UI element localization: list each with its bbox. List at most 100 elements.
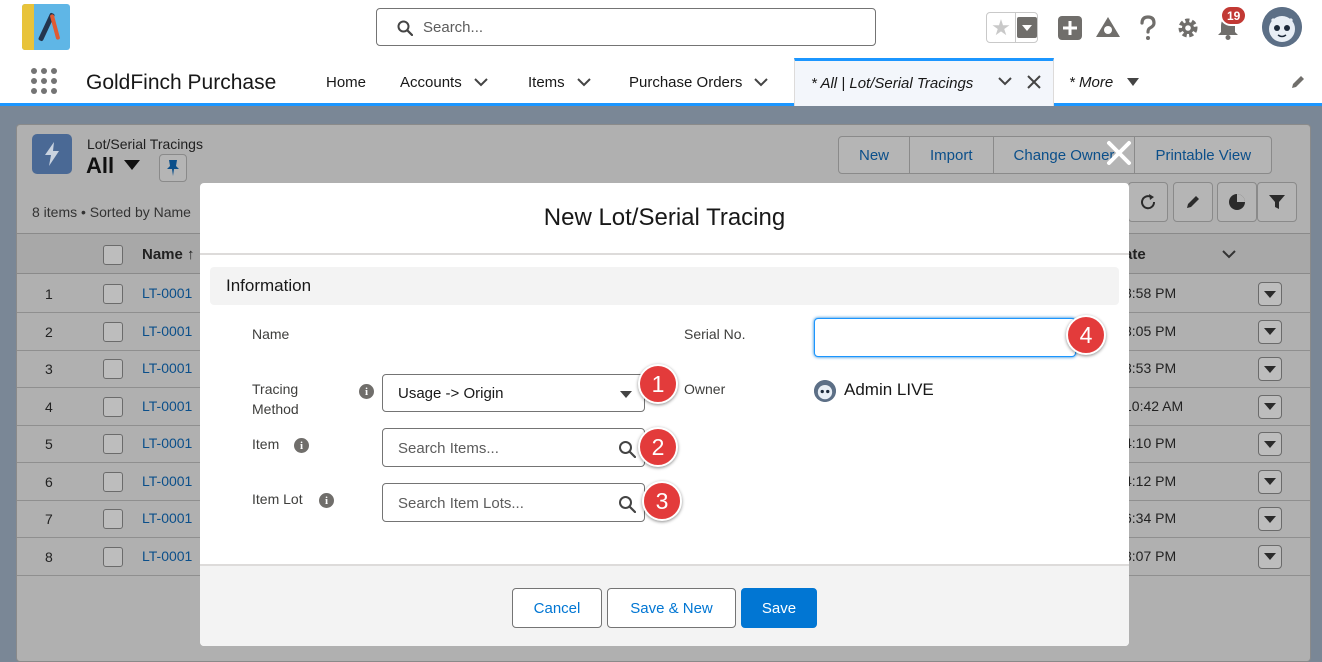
search-icon[interactable] <box>618 440 636 458</box>
row-number: 6 <box>45 473 53 490</box>
caret-down-icon <box>1264 365 1276 373</box>
record-link[interactable]: LT-0001 <box>142 548 192 564</box>
serial-no-input[interactable] <box>825 326 1065 350</box>
search-icon[interactable] <box>618 495 636 513</box>
save-and-new-button[interactable]: Save & New <box>607 588 736 628</box>
info-icon[interactable]: i <box>319 493 334 508</box>
row-number: 7 <box>45 511 53 527</box>
row-actions-button[interactable] <box>1258 469 1282 494</box>
record-link[interactable]: LT-0001 <box>142 510 192 526</box>
serial-no-field[interactable] <box>814 318 1076 357</box>
close-tab-icon[interactable] <box>1027 75 1041 89</box>
chevron-down-icon[interactable] <box>473 77 488 87</box>
add-icon <box>1058 16 1082 40</box>
nav-item-purchase-orders[interactable]: Purchase Orders <box>629 58 769 106</box>
row-checkbox[interactable] <box>103 471 123 492</box>
nav-more[interactable]: * More <box>1069 58 1140 106</box>
app-logo[interactable] <box>22 4 70 50</box>
refresh-icon <box>1141 194 1156 210</box>
row-date: 3:53 PM <box>1124 360 1177 376</box>
gear-icon <box>1178 18 1198 38</box>
chevron-down-icon <box>1022 24 1032 31</box>
row-checkbox[interactable] <box>103 284 123 304</box>
global-actions-button[interactable] <box>1054 12 1086 44</box>
edit-nav-pencil-icon[interactable] <box>1290 74 1306 90</box>
help-button[interactable] <box>1132 12 1164 44</box>
save-button[interactable]: Save <box>741 588 817 628</box>
row-checkbox[interactable] <box>103 321 123 342</box>
new-button[interactable]: New <box>839 137 911 173</box>
object-icon <box>32 134 72 174</box>
item-lot-lookup[interactable] <box>382 483 645 522</box>
chevron-down-icon[interactable] <box>754 77 769 87</box>
select-all-checkbox[interactable] <box>103 245 123 265</box>
filter-button[interactable] <box>1257 182 1297 222</box>
help-icon <box>1140 15 1156 40</box>
list-view-name[interactable]: All <box>86 153 114 179</box>
item-lookup[interactable] <box>382 428 645 467</box>
item-search-input[interactable] <box>398 436 608 460</box>
inline-edit-button[interactable] <box>1173 182 1213 222</box>
cancel-button[interactable]: Cancel <box>512 588 602 628</box>
chevron-down-icon[interactable] <box>576 77 591 87</box>
row-checkbox[interactable] <box>103 396 123 417</box>
record-link[interactable]: LT-0001 <box>142 398 192 414</box>
record-link[interactable]: LT-0001 <box>142 285 192 301</box>
row-actions-button[interactable] <box>1258 357 1282 381</box>
global-search-input[interactable] <box>423 13 853 41</box>
pencil-icon <box>1187 196 1199 208</box>
caret-down-icon <box>1264 515 1276 523</box>
refresh-button[interactable] <box>1128 182 1168 222</box>
global-header: ★ 19 <box>0 0 1322 58</box>
row-actions-button[interactable] <box>1258 507 1282 531</box>
row-actions-button[interactable] <box>1258 544 1282 569</box>
column-header-name[interactable]: Name ↑ <box>142 246 195 263</box>
row-actions-button[interactable] <box>1258 282 1282 306</box>
info-icon[interactable]: i <box>359 384 374 399</box>
row-number: 3 <box>45 361 53 377</box>
charts-button[interactable] <box>1217 182 1257 222</box>
record-link[interactable]: LT-0001 <box>142 473 192 489</box>
row-checkbox[interactable] <box>103 509 123 529</box>
record-link[interactable]: LT-0001 <box>142 323 192 339</box>
global-search[interactable] <box>376 8 876 46</box>
record-link[interactable]: LT-0001 <box>142 435 192 451</box>
callout-badge: 1 <box>638 364 678 404</box>
printable-view-button[interactable]: Printable View <box>1135 137 1271 173</box>
record-link[interactable]: LT-0001 <box>142 360 192 376</box>
list-actions: New Import Change Owner Printable View <box>838 136 1273 174</box>
caret-down-icon[interactable] <box>124 160 140 170</box>
lightning-icon <box>45 142 59 166</box>
nav-item-accounts[interactable]: Accounts <box>400 58 488 106</box>
chevron-down-icon[interactable] <box>1222 250 1236 259</box>
row-checkbox[interactable] <box>103 359 123 379</box>
row-actions-button[interactable] <box>1258 319 1282 344</box>
pin-button[interactable] <box>159 154 187 182</box>
import-button[interactable]: Import <box>910 137 994 173</box>
row-actions-button[interactable] <box>1258 394 1282 419</box>
owner-name[interactable]: Admin LIVE <box>844 380 934 400</box>
setup-button[interactable] <box>1172 12 1204 44</box>
tab-label: * All | Lot/Serial Tracings <box>811 75 974 92</box>
tab-lot-serial-tracings[interactable]: * All | Lot/Serial Tracings <box>794 58 1054 106</box>
item-lot-search-input[interactable] <box>398 491 608 515</box>
favorite-star-icon[interactable]: ★ <box>987 13 1016 42</box>
app-launcher-icon[interactable] <box>31 68 57 94</box>
section-information[interactable]: Information <box>210 267 1119 305</box>
close-icon[interactable] <box>1104 138 1134 168</box>
info-icon[interactable]: i <box>294 438 309 453</box>
trailhead-icon <box>1096 17 1120 37</box>
row-checkbox[interactable] <box>103 546 123 567</box>
row-checkbox[interactable] <box>103 434 123 454</box>
user-avatar[interactable] <box>1262 7 1302 47</box>
trailhead-button[interactable] <box>1092 12 1124 44</box>
nav-item-home[interactable]: Home <box>326 58 366 106</box>
nav-item-items[interactable]: Items <box>528 58 591 106</box>
favorites-dropdown-button[interactable] <box>1017 17 1037 38</box>
chevron-down-icon[interactable] <box>998 77 1012 86</box>
owner-avatar-icon <box>814 380 836 402</box>
tracing-method-select[interactable]: Usage -> Origin <box>382 374 645 412</box>
list-view-object-label: Lot/Serial Tracings <box>87 136 203 152</box>
filter-icon <box>1269 195 1285 209</box>
row-actions-button[interactable] <box>1258 432 1282 456</box>
